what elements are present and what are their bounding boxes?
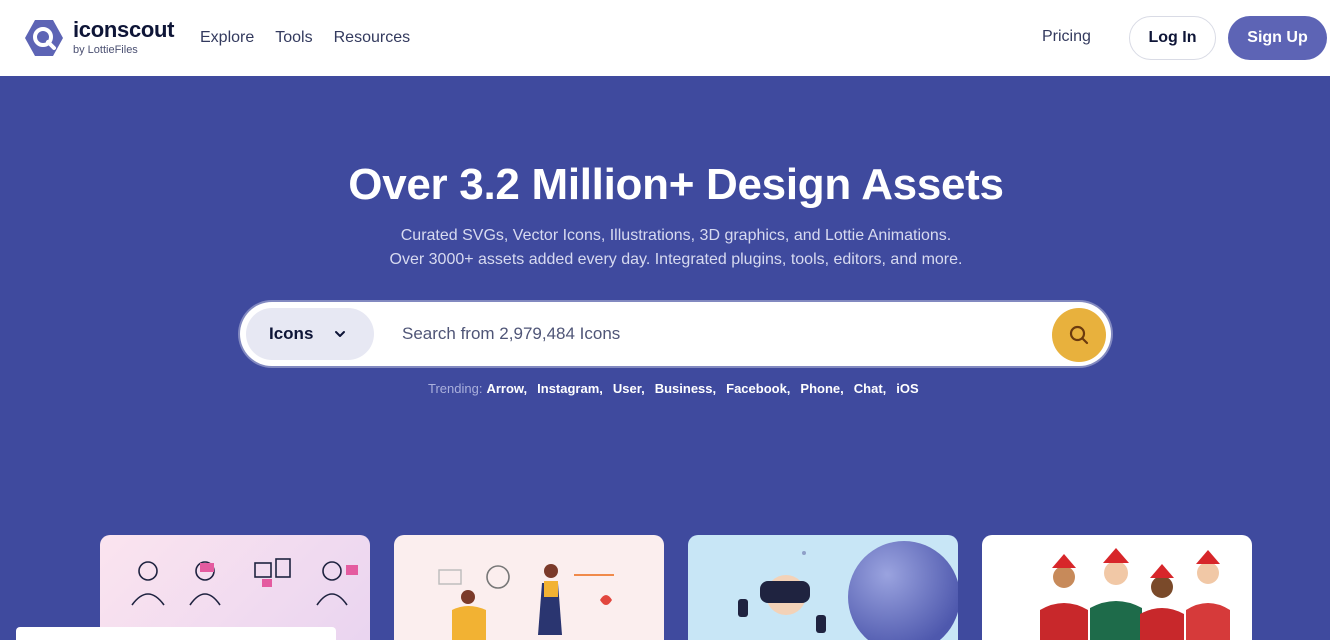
trending-arrow[interactable]: Arrow, [486,381,527,396]
hero-subtitle: Curated SVGs, Vector Icons, Illustration… [0,224,1330,272]
nav-tools[interactable]: Tools [275,29,312,47]
nav-resources[interactable]: Resources [334,29,410,47]
showcase-card-icons[interactable] [100,535,370,640]
top-header: iconscout by LottieFiles Explore Tools R… [0,0,1330,76]
login-button[interactable]: Log In [1129,16,1216,60]
iconscout-logo[interactable]: iconscout by LottieFiles [24,17,175,58]
hero-subtitle-line-2: Over 3000+ assets added every day. Integ… [389,251,963,268]
trending-chat[interactable]: Chat, [854,381,887,396]
hero-subtitle-line-1: Curated SVGs, Vector Icons, Illustration… [400,227,952,244]
search-bar: Icons [240,302,1111,366]
main-nav: Explore Tools Resources [200,0,410,76]
search-icon [1069,325,1089,345]
iconscout-logo-icon [25,20,63,56]
asset-type-dropdown[interactable]: Icons [246,308,374,360]
showcase-card-lottie[interactable] [982,535,1252,640]
trending-facebook[interactable]: Facebook, [726,381,790,396]
showcase-card-3d[interactable] [688,535,958,640]
asset-type-label: Icons [269,324,314,343]
christmas-people-illustration [1040,548,1230,640]
hero-title: Over 3.2 Million+ Design Assets [348,160,1004,209]
icon-set-illustration [131,558,358,606]
bottom-popup-edge [16,627,336,640]
search-button[interactable] [1052,308,1106,362]
nav-pricing[interactable]: Pricing [1042,28,1091,46]
logo-name: iconscout [73,17,175,42]
trending-searches: Trending: Arrow, Instagram, User, Busine… [428,381,929,396]
trending-label: Trending: [428,381,483,396]
vr-3d-illustration [738,541,958,640]
logo-subtitle: by LottieFiles [73,44,138,56]
trending-ios[interactable]: iOS [896,381,918,396]
signup-button[interactable]: Sign Up [1228,16,1327,60]
trending-phone[interactable]: Phone, [800,381,843,396]
chevron-down-icon [335,331,345,337]
showcase-card-illustrations[interactable] [394,535,664,640]
trending-business[interactable]: Business, [655,381,716,396]
trending-instagram[interactable]: Instagram, [537,381,603,396]
search-input[interactable] [402,314,1042,354]
trending-user[interactable]: User, [613,381,645,396]
office-illustration [438,564,614,640]
nav-explore[interactable]: Explore [200,29,254,47]
